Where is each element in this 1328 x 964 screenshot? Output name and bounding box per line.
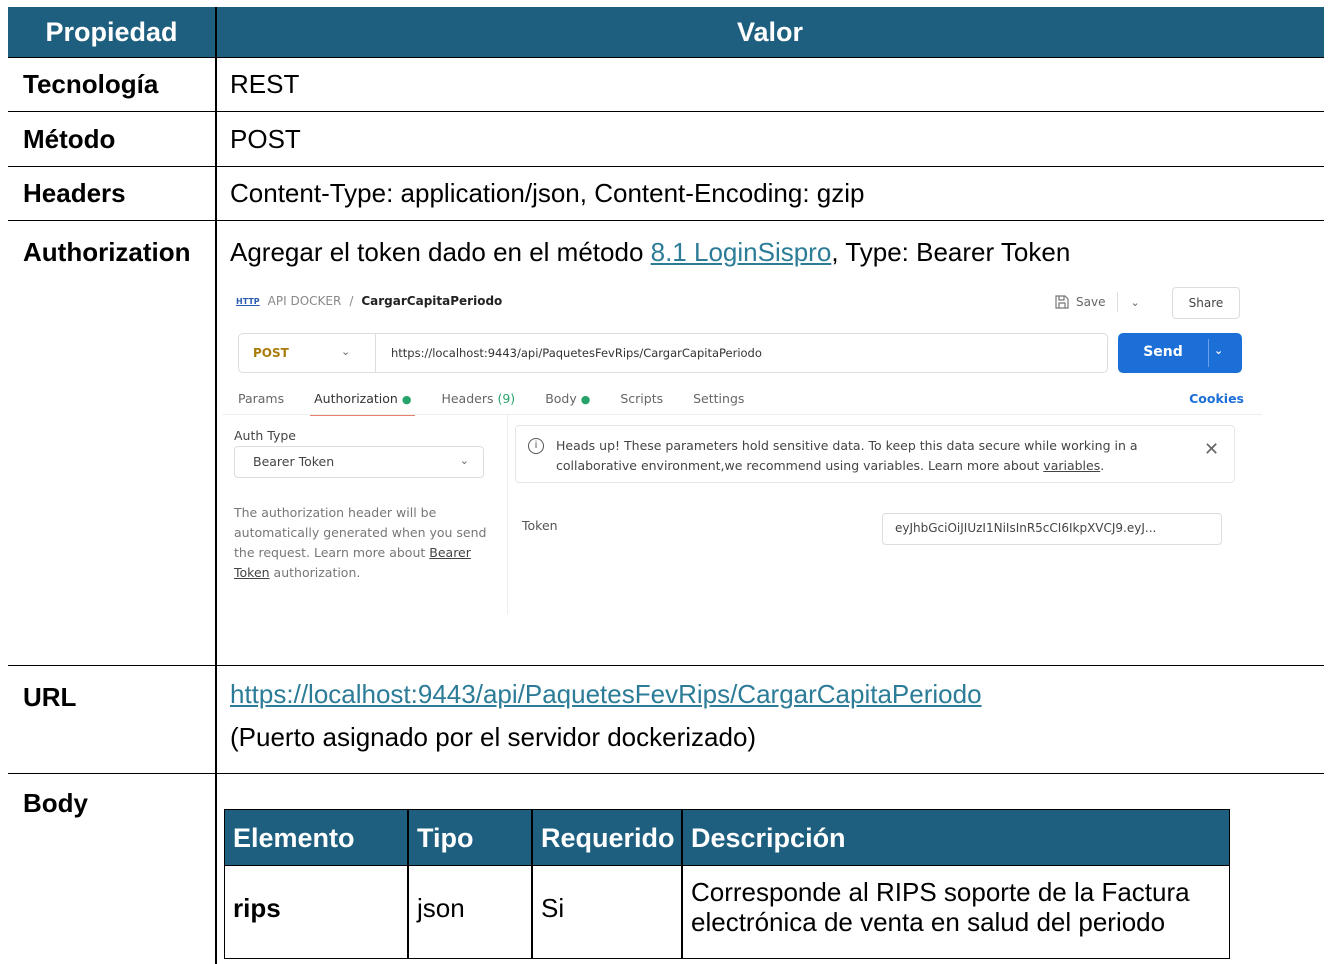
method-select[interactable]: POST bbox=[253, 346, 289, 360]
col-header-elemento: Elemento bbox=[233, 822, 355, 853]
body-elements-table: Elemento Tipo Requerido Descripción rips… bbox=[224, 809, 1230, 959]
row-value: https://localhost:9443/api/PaquetesFevRi… bbox=[216, 666, 1324, 773]
row-label: Método bbox=[23, 123, 116, 154]
sensitive-data-alert: i Heads up! These parameters hold sensit… bbox=[515, 425, 1235, 483]
auth-type-label: Auth Type bbox=[234, 428, 296, 443]
auth-type-value: Bearer Token bbox=[253, 454, 335, 469]
table-row: Método POST bbox=[8, 112, 1324, 167]
close-icon[interactable]: ✕ bbox=[1204, 439, 1219, 460]
row-value: REST bbox=[230, 69, 300, 99]
col-header-tipo: Tipo bbox=[417, 822, 474, 853]
cell-requerido: Si bbox=[541, 893, 565, 923]
alert-text: Heads up! These parameters hold sensitiv… bbox=[556, 436, 1196, 476]
tab-scripts[interactable]: Scripts bbox=[620, 391, 663, 406]
row-label: Authorization bbox=[23, 237, 191, 267]
chevron-down-icon: ⌄ bbox=[459, 454, 469, 467]
send-label: Send bbox=[1143, 344, 1183, 360]
auth-description: The authorization header will be automat… bbox=[234, 503, 494, 583]
status-dot-icon: ● bbox=[580, 393, 591, 406]
breadcrumb-collection[interactable]: API DOCKER bbox=[268, 294, 342, 308]
table-row: Tecnología REST bbox=[8, 58, 1324, 112]
url-bar: POST ⌄ https://localhost:9443/api/Paquet… bbox=[238, 333, 1108, 373]
request-tabs: Params Authorization ● Headers (9) Body … bbox=[238, 391, 744, 416]
save-button[interactable]: Save ⌄ bbox=[1054, 292, 1140, 312]
chevron-down-icon[interactable]: ⌄ bbox=[341, 345, 350, 358]
tab-label: Authorization bbox=[314, 391, 398, 406]
col-header-descripcion: Descripción bbox=[691, 822, 846, 853]
share-button[interactable]: Share bbox=[1172, 287, 1240, 319]
row-value: Content-Type: application/json, Content-… bbox=[230, 178, 865, 208]
table-row: URL https://localhost:9443/api/PaquetesF… bbox=[8, 666, 1324, 774]
auth-text-before: Agregar el token dado en el método bbox=[230, 237, 651, 267]
row-label: Tecnología bbox=[23, 69, 159, 99]
headers-count: (9) bbox=[497, 391, 516, 406]
table-row: Headers Content-Type: application/json, … bbox=[8, 167, 1324, 221]
info-icon: i bbox=[528, 438, 544, 454]
login-sispro-link[interactable]: 8.1 LoginSispro bbox=[651, 237, 832, 267]
divider bbox=[215, 774, 217, 964]
tab-label: Headers bbox=[441, 391, 494, 406]
chevron-down-icon[interactable]: ⌄ bbox=[1130, 296, 1139, 309]
cell-descripcion: Corresponde al RIPS soporte de la Factur… bbox=[691, 877, 1190, 937]
token-label: Token bbox=[522, 518, 558, 533]
tab-params[interactable]: Params bbox=[238, 391, 284, 406]
variables-link[interactable]: variables bbox=[1043, 458, 1100, 473]
tab-settings[interactable]: Settings bbox=[693, 391, 744, 406]
postman-screenshot: HTTP API DOCKER / CargarCapitaPeriodo Sa… bbox=[222, 275, 1262, 635]
divider bbox=[1208, 339, 1209, 367]
url-note: (Puerto asignado por el servidor dockeri… bbox=[230, 722, 757, 752]
tab-headers[interactable]: Headers (9) bbox=[441, 391, 515, 406]
chevron-down-icon[interactable]: ⌄ bbox=[1214, 344, 1223, 357]
save-label: Save bbox=[1076, 295, 1106, 309]
divider bbox=[507, 414, 508, 614]
tab-body[interactable]: Body ● bbox=[545, 391, 590, 406]
send-button[interactable]: Send ⌄ bbox=[1118, 333, 1242, 373]
row-label: Body bbox=[23, 788, 88, 818]
request-name[interactable]: CargarCapitaPeriodo bbox=[361, 294, 502, 308]
tab-label: Body bbox=[545, 391, 577, 406]
save-icon bbox=[1055, 295, 1069, 309]
token-input[interactable]: eyJhbGciOiJIUzI1NiIsInR5cCI6IkpXVCJ9.eyJ… bbox=[882, 513, 1222, 545]
auth-type-select[interactable]: Bearer Token ⌄ bbox=[234, 446, 484, 478]
divider bbox=[222, 414, 1262, 415]
divider bbox=[1117, 292, 1119, 312]
auth-text-after: , Type: Bearer Token bbox=[831, 237, 1071, 267]
endpoint-url-link[interactable]: https://localhost:9443/api/PaquetesFevRi… bbox=[230, 679, 982, 709]
cell-elemento: rips bbox=[233, 893, 281, 923]
row-label: URL bbox=[23, 682, 77, 712]
alert-end: . bbox=[1100, 458, 1105, 473]
http-icon: HTTP bbox=[236, 296, 260, 306]
row-value: POST bbox=[230, 123, 301, 154]
url-input[interactable]: https://localhost:9443/api/PaquetesFevRi… bbox=[391, 346, 762, 360]
breadcrumb-separator: / bbox=[349, 294, 354, 308]
cell-tipo: json bbox=[417, 893, 465, 923]
breadcrumb: HTTP API DOCKER / CargarCapitaPeriodo bbox=[236, 294, 502, 308]
status-dot-icon: ● bbox=[401, 393, 412, 406]
row-label: Headers bbox=[23, 178, 126, 208]
header-propiedad: Propiedad bbox=[45, 16, 178, 47]
table-header-row: Propiedad Valor bbox=[8, 7, 1324, 58]
desc-text-end: authorization. bbox=[269, 565, 361, 580]
divider bbox=[375, 334, 376, 372]
col-header-requerido: Requerido bbox=[541, 822, 675, 853]
cookies-link[interactable]: Cookies bbox=[1189, 391, 1244, 406]
tab-authorization[interactable]: Authorization ● bbox=[310, 391, 416, 416]
header-valor: Valor bbox=[736, 16, 804, 47]
